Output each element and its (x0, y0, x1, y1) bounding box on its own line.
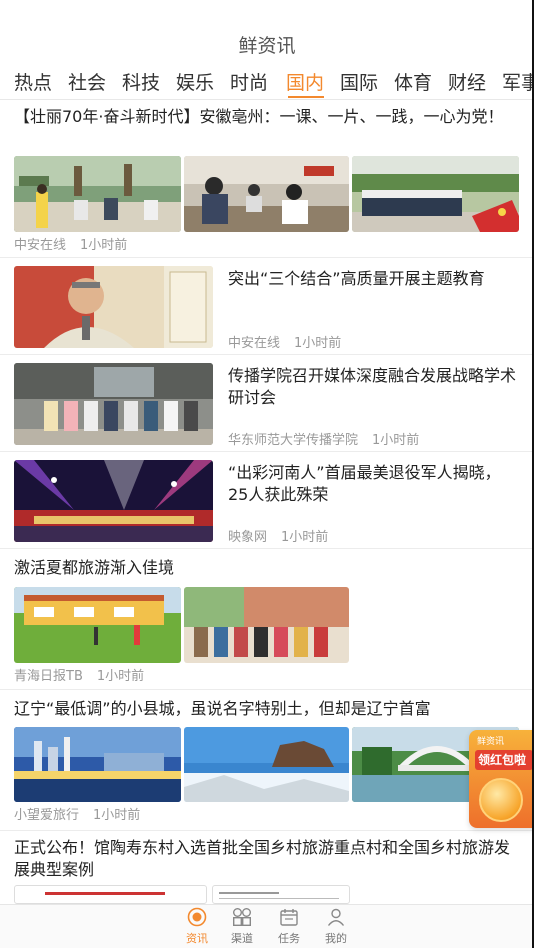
article-title: 辽宁“最低调”的小县城，虽说名字特别土，但却是辽宁首富 (14, 699, 431, 718)
tab-tech[interactable]: 科技 (122, 69, 160, 97)
active-tab-indicator (288, 96, 324, 98)
article-time: 1小时前 (96, 669, 145, 684)
article-meta: 青海日报TB 1小时前 (14, 665, 144, 684)
article-image (352, 156, 519, 232)
user-icon (327, 908, 345, 926)
article-image (184, 156, 349, 232)
article-image (14, 727, 181, 802)
tab-international[interactable]: 国际 (340, 69, 378, 97)
nav-label: 我的 (325, 932, 347, 945)
promo-label: 领红包啦 (475, 750, 533, 770)
article-source: 中安在线 (14, 238, 67, 253)
article-image (14, 587, 181, 663)
tab-fashion[interactable]: 时尚 (230, 69, 268, 97)
article-title: 传播学院召开媒体深度融合发展战略学术研讨会 (228, 366, 517, 407)
bottom-navigation: 资讯 渠道 任务 我的 (0, 904, 534, 948)
article-title: 突出“三个结合”高质量开展主题教育 (228, 269, 485, 288)
tab-society[interactable]: 社会 (68, 69, 106, 97)
category-tabs: 热点 社会 科技 娱乐 时尚 国内 国际 体育 财经 军事 (0, 66, 534, 100)
red-packet-promo[interactable]: 鲜资讯 领红包啦 (469, 730, 534, 828)
calendar-icon (280, 909, 298, 926)
article-title: 激活夏都旅游渐入佳境 (14, 558, 175, 577)
article-card[interactable]: 【壮丽70年·奋斗新时代】安徽亳州：一课、一片、一践，一心为党！ 中安在线 1小… (0, 100, 534, 258)
article-image (184, 587, 349, 663)
article-card[interactable]: “出彩河南人”首届最美退役军人揭晓，25人获此殊荣 映象网 1小时前 (0, 452, 534, 549)
article-image (14, 363, 213, 445)
nav-channels[interactable]: 渠道 (220, 907, 264, 947)
article-title: “出彩河南人”首届最美退役军人揭晓，25人获此殊荣 (228, 463, 501, 504)
article-card[interactable]: 传播学院召开媒体深度融合发展战略学术研讨会 华东师范大学传播学院 1小时前 (0, 355, 534, 452)
article-meta: 映象网 1小时前 (228, 526, 328, 545)
promo-tag: 鲜资讯 (477, 737, 505, 747)
article-title: 【壮丽70年·奋斗新时代】安徽亳州：一课、一片、一践，一心为党！ (14, 107, 504, 126)
nav-news[interactable]: 资讯 (175, 907, 219, 947)
article-meta: 中安在线 1小时前 (228, 332, 341, 351)
article-time: 1小时前 (80, 238, 128, 253)
app-screen: 鲜资讯 热点 社会 科技 娱乐 时尚 国内 国际 体育 财经 军事 【壮丽70年… (0, 0, 534, 948)
header: 鲜资讯 (0, 0, 534, 66)
article-meta: 中安在线 1小时前 (14, 234, 127, 253)
tab-hot[interactable]: 热点 (14, 69, 52, 97)
article-card[interactable]: 辽宁“最低调”的小县城，虽说名字特别土，但却是辽宁首富 小望爱旅行 1小时前 (0, 690, 534, 831)
article-time: 1小时前 (281, 530, 329, 545)
article-time: 1小时前 (294, 336, 342, 351)
article-meta: 华东师范大学传播学院 1小时前 (228, 429, 419, 448)
article-card[interactable]: 激活夏都旅游渐入佳境 青海日报TB 1小时前 (0, 549, 534, 690)
article-image (14, 266, 213, 348)
tab-sports[interactable]: 体育 (394, 69, 432, 97)
tab-domestic[interactable]: 国内 (286, 69, 324, 97)
article-source: 青海日报TB (14, 669, 83, 684)
article-image (212, 885, 350, 904)
article-source: 华东师范大学传播学院 (228, 433, 359, 448)
article-image (14, 885, 207, 904)
article-image (184, 727, 349, 802)
article-source: 小望爱旅行 (14, 808, 80, 823)
grid-icon (233, 908, 251, 926)
article-card[interactable]: 正式公布！馆陶寿东村入选首批全国乡村旅游重点村和全国乡村旅游发展典型案例 (0, 831, 534, 904)
article-image (14, 460, 213, 542)
nav-label: 渠道 (231, 932, 253, 945)
article-time: 1小时前 (372, 433, 420, 448)
app-title: 鲜资讯 (238, 35, 296, 57)
coin-icon (479, 778, 523, 822)
article-meta: 小望爱旅行 1小时前 (14, 804, 140, 823)
article-card[interactable]: 突出“三个结合”高质量开展主题教育 中安在线 1小时前 (0, 258, 534, 355)
tab-finance[interactable]: 财经 (448, 69, 486, 97)
nav-profile[interactable]: 我的 (314, 907, 358, 947)
article-source: 中安在线 (228, 336, 281, 351)
article-image (14, 156, 181, 232)
nav-tasks[interactable]: 任务 (267, 907, 311, 947)
article-source: 映象网 (228, 530, 268, 545)
tab-entertainment[interactable]: 娱乐 (176, 69, 214, 97)
nav-label: 任务 (278, 932, 300, 945)
article-time: 1小时前 (93, 808, 141, 823)
nav-label: 资讯 (186, 932, 208, 945)
article-title: 正式公布！馆陶寿东村入选首批全国乡村旅游重点村和全国乡村旅游发展典型案例 (14, 838, 511, 879)
news-icon (187, 907, 207, 927)
news-feed[interactable]: 【壮丽70年·奋斗新时代】安徽亳州：一课、一片、一践，一心为党！ 中安在线 1小… (0, 100, 534, 904)
tab-military[interactable]: 军事 (502, 69, 534, 97)
